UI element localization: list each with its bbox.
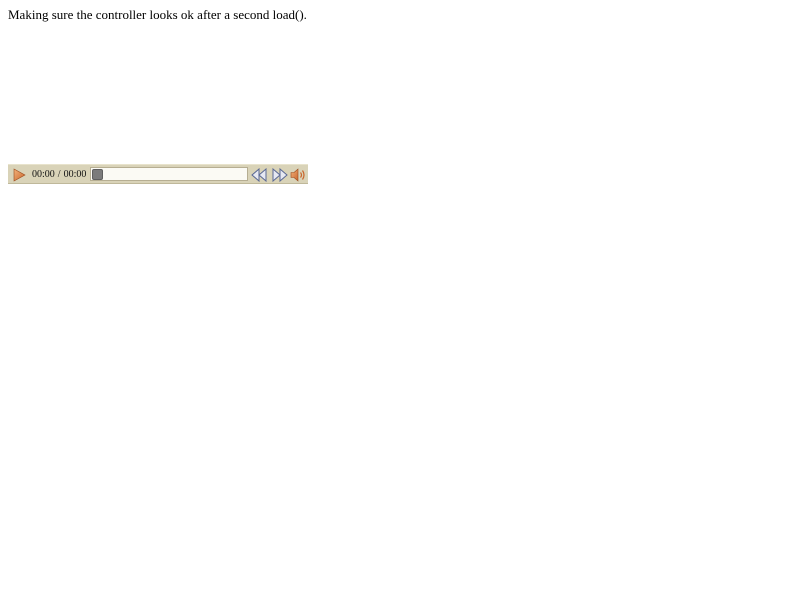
page-caption: Making sure the controller looks ok afte… — [8, 7, 307, 22]
media-controller: 00:00/00:00 — [8, 164, 308, 184]
rewind-button[interactable] — [250, 167, 268, 183]
play-icon — [13, 168, 26, 182]
fast-forward-button[interactable] — [271, 167, 289, 183]
time-display: 00:00/00:00 — [32, 168, 86, 181]
play-button[interactable] — [11, 167, 27, 183]
fast-forward-icon — [272, 167, 288, 183]
current-time: 00:00 — [32, 169, 55, 180]
volume-icon — [290, 168, 305, 182]
volume-button[interactable] — [290, 167, 308, 183]
time-separator: / — [57, 169, 61, 180]
rewind-icon — [251, 167, 267, 183]
seek-slider[interactable] — [90, 167, 248, 181]
duration: 00:00 — [63, 169, 87, 180]
seek-slider-thumb[interactable] — [92, 169, 103, 180]
